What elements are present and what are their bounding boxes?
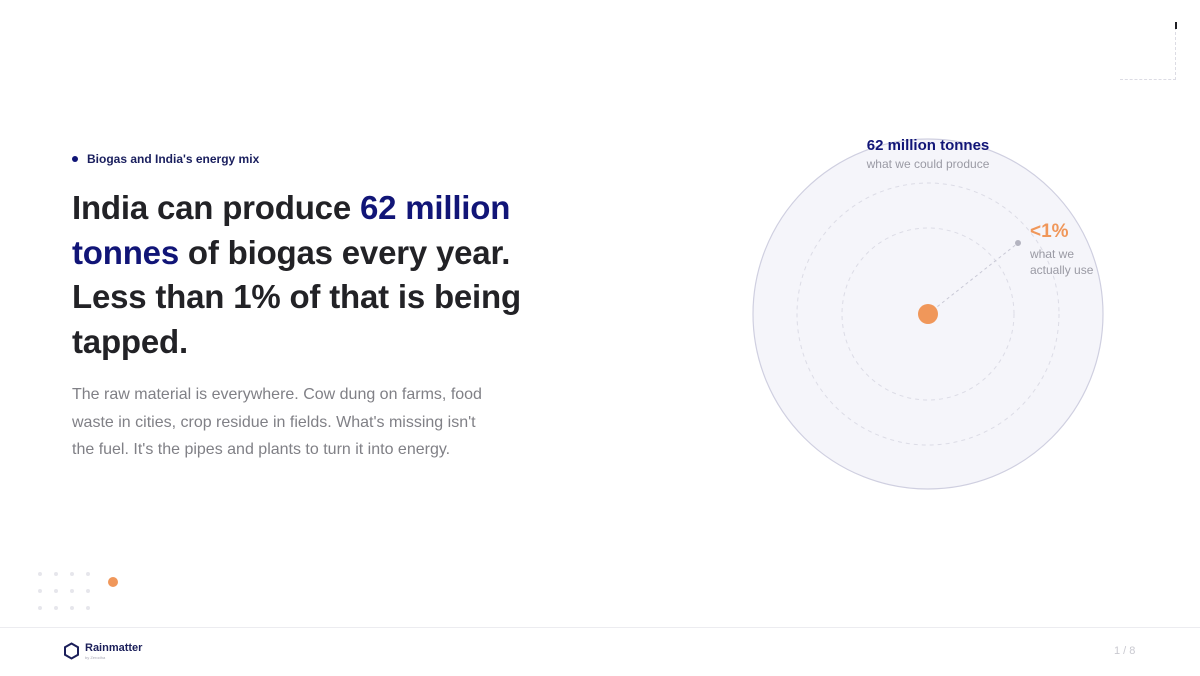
headline-part-1: India can produce [72,189,360,226]
eyebrow-label: Biogas and India's energy mix [87,152,260,166]
total-caption: what we could produce [866,157,990,171]
section-eyebrow: Biogas and India's energy mix [72,152,259,166]
hexagon-logo-icon [64,642,79,660]
decorative-accent-dot [108,577,118,587]
logo-name: Rainmatter [85,642,143,654]
body-paragraph: The raw material is everywhere. Cow dung… [72,386,482,458]
used-share-dot [918,304,938,324]
total-value-label: 62 million tonnes [867,137,990,154]
rainmatter-logo[interactable]: Rainmatter by Zerodha [63,642,142,661]
logo-subtitle: by Zerodha [85,655,106,660]
used-caption-line-1: what we [1029,247,1074,261]
page-indicator: 1 / 8 [1114,645,1136,657]
used-value-label: <1% [1030,221,1069,242]
corner-crop-mark [1120,22,1177,80]
connector-end-dot [1015,240,1021,246]
decorative-dot-grid [38,572,90,610]
footer-bar: Rainmatter by Zerodha 1 / 8 [0,627,1200,676]
bullet-dot-icon [72,156,78,162]
headline: India can produce 62 million tonnes of b… [72,186,552,364]
biogas-potential-diagram: 62 million tonnes what we could produce … [752,137,1104,490]
used-caption-line-2: actually use [1030,263,1094,277]
